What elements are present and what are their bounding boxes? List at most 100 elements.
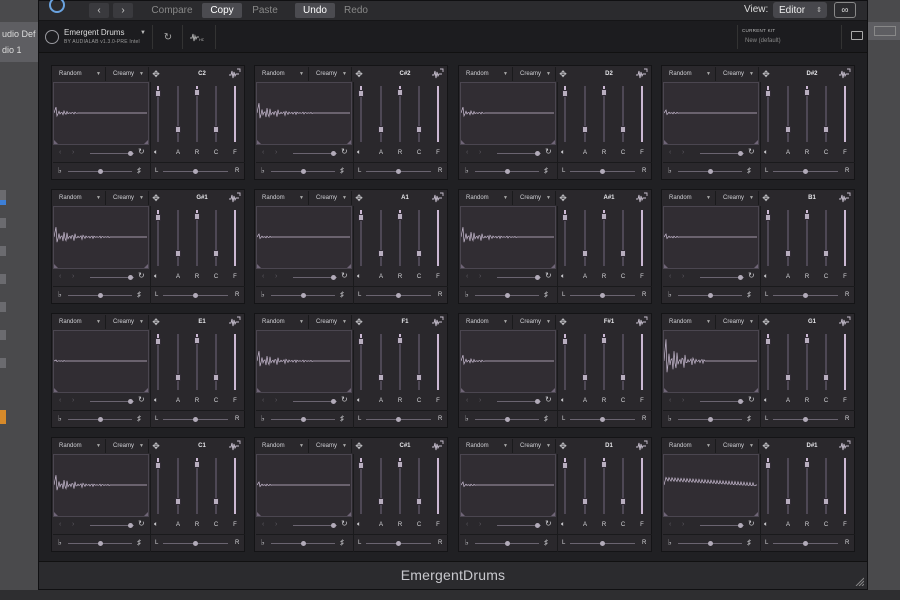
- regenerate-wave-icon[interactable]: [839, 440, 851, 452]
- volume-fader-thumb[interactable]: [358, 214, 364, 221]
- trim-end-handle[interactable]: [551, 388, 555, 392]
- move-icon[interactable]: ✥: [760, 439, 772, 453]
- variation-slider[interactable]: [293, 275, 337, 280]
- creamy-select[interactable]: Creamy ▼: [107, 439, 149, 453]
- pitch-slider[interactable]: [68, 293, 132, 298]
- pitch-down-icon[interactable]: ♭: [465, 414, 469, 423]
- trim-end-handle[interactable]: [347, 264, 351, 268]
- pitch-up-icon[interactable]: ♯: [747, 166, 751, 175]
- curve-fader[interactable]: [213, 210, 219, 266]
- pitch-slider[interactable]: [68, 541, 132, 546]
- prev-sample-icon[interactable]: ‹: [466, 521, 468, 528]
- next-sample-icon[interactable]: ›: [72, 397, 74, 404]
- next-sample-icon[interactable]: ›: [682, 273, 684, 280]
- pitch-slider[interactable]: [678, 541, 742, 546]
- regenerate-wave-icon[interactable]: [636, 192, 648, 204]
- release-fader-thumb[interactable]: [601, 213, 607, 220]
- curve-fader[interactable]: [213, 86, 219, 142]
- next-sample-icon[interactable]: ›: [275, 149, 277, 156]
- filter-fader[interactable]: [234, 458, 236, 514]
- pitch-up-icon[interactable]: ♯: [544, 290, 548, 299]
- curve-fader[interactable]: [620, 210, 626, 266]
- creamy-select[interactable]: Creamy ▼: [310, 67, 352, 81]
- pitch-up-icon[interactable]: ♯: [340, 538, 344, 547]
- next-sample-icon[interactable]: ›: [275, 397, 277, 404]
- waveform-display[interactable]: [53, 82, 149, 145]
- pitch-up-icon[interactable]: ♯: [137, 290, 141, 299]
- pan-slider[interactable]: [773, 541, 838, 546]
- trim-start-handle[interactable]: [257, 388, 261, 392]
- pan-slider-knob[interactable]: [803, 541, 808, 546]
- curve-fader[interactable]: [416, 86, 422, 142]
- view-select[interactable]: Editor ⇕: [773, 2, 827, 18]
- curve-fader-thumb[interactable]: [416, 374, 422, 381]
- pitch-down-icon[interactable]: ♭: [58, 166, 62, 175]
- random-select[interactable]: Random ▼: [256, 439, 309, 453]
- volume-fader[interactable]: [358, 458, 364, 514]
- release-fader-thumb[interactable]: [194, 337, 200, 344]
- speaker-icon[interactable]: 🔈︎: [561, 149, 565, 157]
- attack-fader[interactable]: [175, 86, 181, 142]
- volume-fader[interactable]: [155, 458, 161, 514]
- pitch-slider-knob[interactable]: [708, 417, 713, 422]
- move-icon[interactable]: ✥: [557, 315, 569, 329]
- pitch-slider[interactable]: [271, 541, 335, 546]
- refresh-icon[interactable]: ↻: [341, 395, 348, 404]
- waveform-display[interactable]: [256, 330, 352, 393]
- attack-fader-thumb[interactable]: [175, 374, 181, 381]
- next-sample-icon[interactable]: ›: [682, 149, 684, 156]
- release-fader[interactable]: [194, 458, 200, 514]
- volume-fader[interactable]: [765, 86, 771, 142]
- back-button[interactable]: ‹: [89, 3, 109, 18]
- release-fader[interactable]: [804, 334, 810, 390]
- variation-slider[interactable]: [497, 523, 541, 528]
- pitch-up-icon[interactable]: ♯: [544, 538, 548, 547]
- pan-slider-knob[interactable]: [600, 417, 605, 422]
- pitch-down-icon[interactable]: ♭: [261, 166, 265, 175]
- volume-fader-thumb[interactable]: [358, 338, 364, 345]
- creamy-select[interactable]: Creamy ▼: [717, 315, 759, 329]
- pitch-down-icon[interactable]: ♭: [668, 538, 672, 547]
- volume-fader[interactable]: [765, 334, 771, 390]
- attack-fader[interactable]: [378, 86, 384, 142]
- move-icon[interactable]: ✥: [150, 315, 162, 329]
- curve-fader-thumb[interactable]: [416, 126, 422, 133]
- volume-fader-thumb[interactable]: [155, 338, 161, 345]
- pitch-slider-knob[interactable]: [708, 169, 713, 174]
- current-kit-value[interactable]: New (default): [745, 38, 781, 44]
- volume-fader[interactable]: [155, 210, 161, 266]
- attack-fader[interactable]: [785, 458, 791, 514]
- pitch-down-icon[interactable]: ♭: [261, 538, 265, 547]
- move-icon[interactable]: ✥: [353, 67, 365, 81]
- attack-fader[interactable]: [175, 210, 181, 266]
- filter-fader[interactable]: [844, 458, 846, 514]
- variation-slider-knob[interactable]: [128, 275, 133, 280]
- curve-fader-thumb[interactable]: [620, 498, 626, 505]
- refresh-icon[interactable]: ↻: [545, 147, 552, 156]
- refresh-icon[interactable]: ↻: [341, 147, 348, 156]
- prev-sample-icon[interactable]: ‹: [59, 397, 61, 404]
- curve-fader[interactable]: [213, 458, 219, 514]
- release-fader-thumb[interactable]: [601, 337, 607, 344]
- pitch-slider-knob[interactable]: [505, 541, 510, 546]
- release-fader-thumb[interactable]: [397, 461, 403, 468]
- waveform-display[interactable]: [53, 206, 149, 269]
- refresh-icon[interactable]: ↻: [748, 395, 755, 404]
- waveform-display[interactable]: [256, 82, 352, 145]
- creamy-select[interactable]: Creamy ▼: [717, 439, 759, 453]
- resize-grip-icon[interactable]: [854, 576, 864, 586]
- filter-fader[interactable]: [437, 86, 439, 142]
- trim-start-handle[interactable]: [664, 388, 668, 392]
- attack-fader[interactable]: [378, 210, 384, 266]
- variation-slider[interactable]: [90, 399, 134, 404]
- next-sample-icon[interactable]: ›: [682, 521, 684, 528]
- trim-start-handle[interactable]: [257, 512, 261, 516]
- prev-sample-icon[interactable]: ‹: [262, 273, 264, 280]
- filter-fader[interactable]: [641, 458, 643, 514]
- refresh-icon[interactable]: ↻: [160, 30, 176, 44]
- pitch-down-icon[interactable]: ♭: [58, 290, 62, 299]
- speaker-icon[interactable]: 🔈︎: [764, 521, 768, 529]
- prev-sample-icon[interactable]: ‹: [466, 149, 468, 156]
- curve-fader-thumb[interactable]: [213, 250, 219, 257]
- pitch-slider[interactable]: [68, 417, 132, 422]
